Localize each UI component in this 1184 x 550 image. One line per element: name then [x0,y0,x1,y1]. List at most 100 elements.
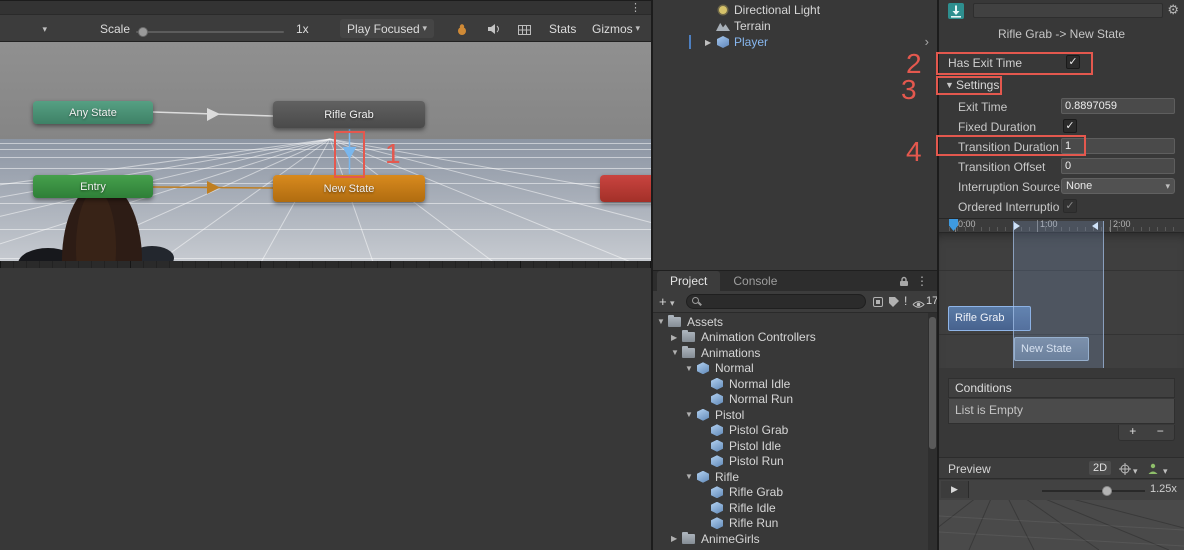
conditions-empty-list: List is Empty [948,399,1175,424]
prefab-open-chevron-icon[interactable]: › [925,34,929,49]
project-toolbar: + ▾ ! 17 [653,291,937,313]
hierarchy-row[interactable]: Directional Light › [653,2,937,18]
timeline-bar-rifle-grab[interactable]: Rifle Grab [948,306,1031,331]
project-tree-item[interactable]: Pistol Grab [653,423,937,439]
chevron-down-icon: ▾ [1163,466,1168,477]
gameobject-label: Terrain [734,19,771,33]
asset-icon [668,316,683,328]
hierarchy-row[interactable]: Terrain › [653,18,937,34]
project-tabbar: Project Console ⋮ [653,270,937,291]
foldout-arrow-icon[interactable] [671,333,682,342]
middle-panel: Directional Light › Terrain › Player [653,0,937,550]
state-node-entry[interactable]: Entry [33,175,153,198]
foldout-arrow-icon[interactable] [671,348,682,357]
project-tree-item[interactable]: AnimeGirls [653,531,937,547]
annotation-number-1: 1 [385,140,401,168]
hierarchy-row[interactable]: Player › [653,34,937,50]
project-tree-item[interactable]: Normal Idle [653,376,937,392]
asset-icon [696,409,711,421]
project-tree-item[interactable]: Rifle Idle [653,500,937,516]
add-condition-button[interactable]: + [1119,425,1147,440]
state-node-any-state[interactable]: Any State [33,101,153,124]
asset-icon [710,393,725,405]
asset-label: Normal Run [729,392,793,406]
create-asset-button[interactable]: + [659,294,667,309]
project-tree-item[interactable]: Animations [653,345,937,361]
transition-timeline-ruler[interactable]: 0:00 1:00 2:00 [939,218,1184,233]
state-node-rifle-grab[interactable]: Rifle Grab [273,101,425,128]
project-tree-item[interactable]: Assets [653,314,937,330]
gear-icon[interactable]: ⚙ [1167,2,1179,18]
field-checkbox[interactable] [1063,199,1077,213]
preview-header: Preview 2D ▾ ▾ [939,457,1184,479]
preview-speed-handle[interactable] [1102,486,1112,496]
pivot-icon[interactable] [1119,463,1131,478]
project-tree-item[interactable]: Normal Run [653,392,937,408]
visibility-eye-icon[interactable] [912,298,925,312]
field-label: Transition Offset [958,160,1045,174]
asset-label: Rifle Grab [729,485,783,499]
alert-icon[interactable]: ! [904,294,907,308]
project-tree-item[interactable]: Pistol Run [653,454,937,470]
state-node-clipped[interactable] [600,175,651,202]
tab-console[interactable]: Console [720,271,790,291]
search-input[interactable] [686,294,866,309]
track-divider [939,334,1184,335]
field-label: Interruption Source [958,180,1060,194]
lock-icon[interactable] [899,276,909,290]
conditions-footer: + − [1118,425,1175,441]
scrollbar-thumb[interactable] [929,317,936,449]
project-tree-item[interactable]: Rifle Run [653,516,937,532]
transition-end-marker[interactable] [1092,222,1098,230]
asset-label: Animation Controllers [701,330,816,344]
scrollbar-track[interactable] [928,313,937,550]
field-label: Ordered Interruptio [958,200,1059,214]
asset-label: Pistol Run [729,454,784,468]
preview-play-row: ▶ 1.25x [939,480,1184,500]
filter-by-label-icon[interactable] [889,297,899,307]
preview-viewport[interactable] [939,500,1184,550]
asset-icon [710,424,725,436]
animator-graph[interactable]: Any State Rifle Grab Entry New State [0,0,651,268]
foldout-arrow-icon[interactable] [671,534,682,543]
project-tree-item[interactable]: Pistol Idle [653,438,937,454]
state-node-new-state[interactable]: New State [273,175,425,202]
project-tree-item[interactable]: Pistol [653,407,937,423]
preview-2d-toggle[interactable]: 2D [1089,461,1111,475]
foldout-arrow-icon[interactable] [657,317,668,326]
project-tree-item[interactable]: Rifle [653,469,937,485]
panel-divider[interactable] [651,0,653,550]
prefab-indicator-line [689,35,691,49]
avatar-glyph [1147,463,1159,475]
asset-label: Normal Idle [729,377,790,391]
project-menu-kebab-icon[interactable]: ⋮ [916,274,928,288]
gameobject-label: Directional Light [734,3,820,17]
transition-name-field[interactable] [973,3,1163,18]
project-tree-item[interactable]: Rifle Grab [653,485,937,501]
asset-label: Assets [687,315,723,329]
preview-grid [939,500,1184,550]
gameobject-icon [716,35,730,49]
project-tree-item[interactable]: Normal [653,361,937,377]
preview-speed-slider[interactable] [1042,490,1145,492]
field-dropdown[interactable]: None ▾ [1061,178,1175,194]
foldout-arrow-icon[interactable] [685,364,696,373]
foldout-arrow-icon[interactable] [685,472,696,481]
transition-start-marker[interactable] [1014,222,1020,230]
project-tree-item[interactable]: Animation Controllers [653,330,937,346]
remove-condition-button[interactable]: − [1147,425,1175,440]
gameobject-label: Player [734,35,768,49]
timeline-bar-new-state[interactable]: New State [1014,337,1089,361]
preview-play-button[interactable]: ▶ [941,481,969,498]
avatar-icon[interactable] [1147,463,1159,478]
tab-project[interactable]: Project [657,271,720,291]
field-value[interactable]: 0 [1061,158,1175,174]
expander-arrow-icon[interactable] [705,38,716,47]
filter-by-type-icon[interactable] [873,297,883,307]
pivot-glyph [1119,463,1131,475]
transition-settings-fields: Exit Time 0.8897059 0.8897059 ▾ Fixed Du… [939,97,1184,217]
foldout-arrow-icon[interactable] [685,410,696,419]
field-value[interactable]: 0.8897059 [1061,98,1175,114]
conditions-header: Conditions [948,378,1175,398]
field-checkbox[interactable] [1063,119,1077,133]
